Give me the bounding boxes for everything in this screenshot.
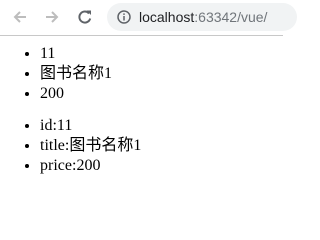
list-item: title:图书名称1 xyxy=(40,136,283,156)
list-item: 200 xyxy=(40,84,283,104)
list-item: price:200 xyxy=(40,156,283,176)
list-item-key: title xyxy=(40,137,65,154)
list-item: 图书名称1 xyxy=(40,64,283,84)
reload-icon xyxy=(78,10,92,24)
url-text: localhost:63342/vue/ xyxy=(139,10,267,24)
list-item-value: 图书名称1 xyxy=(69,137,142,154)
list-item-value: 图书名称1 xyxy=(40,65,113,82)
back-button[interactable] xyxy=(8,5,32,29)
list-item-value: 11 xyxy=(40,45,56,62)
list-item: 11 xyxy=(40,44,283,64)
arrow-right-icon xyxy=(46,11,59,23)
list-item-key: id xyxy=(40,117,53,134)
page-content: 11 图书名称1 200 id:11 title:图书名称1 price:200 xyxy=(0,36,283,176)
forward-button[interactable] xyxy=(40,5,64,29)
list-item: id:11 xyxy=(40,116,283,136)
arrow-left-icon xyxy=(13,11,26,23)
values-list: 11 图书名称1 200 xyxy=(0,44,283,104)
list-item-value: 200 xyxy=(76,157,101,174)
info-circle-icon[interactable] xyxy=(117,10,131,24)
url-path: :63342/vue/ xyxy=(194,9,268,25)
url-host: localhost xyxy=(139,9,195,25)
address-bar[interactable]: localhost:63342/vue/ xyxy=(107,3,297,31)
key-value-list: id:11 title:图书名称1 price:200 xyxy=(0,116,283,176)
browser-toolbar: localhost:63342/vue/ xyxy=(0,0,297,36)
list-item-key: price xyxy=(40,157,72,174)
reload-button[interactable] xyxy=(73,5,97,29)
list-item-value: 11 xyxy=(56,117,73,134)
list-item-value: 200 xyxy=(40,85,64,102)
